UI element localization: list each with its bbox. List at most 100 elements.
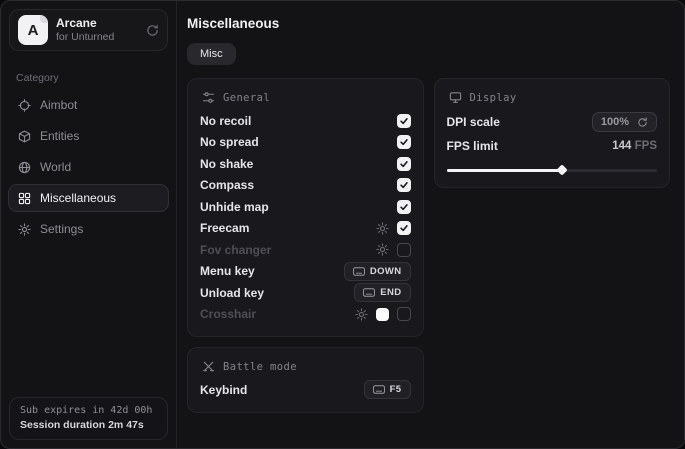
sidebar-spacer bbox=[1, 243, 176, 389]
keybind-value: F5 bbox=[390, 384, 402, 395]
checkbox-no-recoil[interactable] bbox=[397, 114, 411, 128]
app-name: Arcane bbox=[56, 16, 114, 31]
brand-text: Arcane for Unturned bbox=[56, 16, 114, 44]
setting-controls: END bbox=[354, 283, 410, 302]
setting-row-unhide-map: Unhide map bbox=[200, 196, 411, 218]
sidebar-item-label: Aimbot bbox=[40, 98, 77, 112]
sidebar-nav: Aimbot Entities World Miscellaneous Settings bbox=[1, 91, 176, 243]
slider-thumb[interactable] bbox=[557, 164, 568, 175]
sidebar-item-aimbot[interactable]: Aimbot bbox=[8, 91, 169, 119]
setting-controls bbox=[397, 114, 411, 128]
grid-icon bbox=[18, 192, 31, 205]
gear-icon[interactable] bbox=[376, 243, 389, 256]
sidebar: A Arcane for Unturned Category AimbotEnt… bbox=[1, 1, 177, 448]
sync-icon[interactable] bbox=[146, 24, 159, 37]
battle-mode-rows: Keybind F5 bbox=[200, 379, 411, 401]
dpi-scale-stepper[interactable]: 100% bbox=[592, 112, 657, 132]
sidebar-item-settings[interactable]: Settings bbox=[8, 215, 169, 243]
setting-label: Menu key bbox=[200, 264, 255, 278]
setting-controls bbox=[397, 135, 411, 149]
display-panel-title: Display bbox=[470, 92, 517, 104]
checkbox-compass[interactable] bbox=[397, 178, 411, 192]
keybind-button-unload-key[interactable]: END bbox=[354, 283, 410, 302]
setting-controls bbox=[397, 178, 411, 192]
general-panel: General No recoilNo spreadNo shakeCompas… bbox=[187, 78, 424, 337]
sidebar-item-miscellaneous[interactable]: Miscellaneous bbox=[8, 184, 169, 212]
setting-controls bbox=[376, 243, 411, 257]
setting-label: Keybind bbox=[200, 383, 247, 397]
keyboard-icon bbox=[353, 267, 365, 276]
setting-label: Crosshair bbox=[200, 307, 256, 321]
setting-row-unload-key: Unload key END bbox=[200, 282, 411, 304]
tab-misc[interactable]: Misc bbox=[187, 43, 236, 65]
right-column: Display DPI scale 100% bbox=[434, 78, 671, 188]
setting-label: Unhide map bbox=[200, 200, 269, 214]
setting-controls bbox=[355, 307, 411, 321]
app-window: A Arcane for Unturned Category AimbotEnt… bbox=[0, 0, 685, 449]
display-panel: Display DPI scale 100% bbox=[434, 78, 671, 188]
setting-controls bbox=[397, 157, 411, 171]
checkbox-crosshair[interactable] bbox=[397, 307, 411, 321]
entities-icon bbox=[18, 130, 31, 143]
checkbox-no-spread[interactable] bbox=[397, 135, 411, 149]
reset-icon bbox=[637, 117, 648, 128]
app-logo: A bbox=[18, 15, 48, 45]
fps-limit-value: 144 FPS bbox=[612, 140, 657, 152]
setting-label: No spread bbox=[200, 135, 259, 149]
sub-expiry-text: Sub expires in 42d 00h bbox=[20, 405, 157, 416]
keyboard-icon bbox=[363, 288, 375, 297]
checkbox-unhide-map[interactable] bbox=[397, 200, 411, 214]
setting-row-keybind: Keybind F5 bbox=[200, 379, 411, 401]
general-rows: No recoilNo spreadNo shakeCompassUnhide … bbox=[200, 110, 411, 325]
color-swatch[interactable] bbox=[376, 308, 389, 321]
sidebar-item-label: Entities bbox=[40, 129, 79, 143]
fps-limit-label: FPS limit bbox=[447, 139, 498, 153]
sidebar-item-world[interactable]: World bbox=[8, 153, 169, 181]
fps-limit-slider[interactable] bbox=[447, 164, 658, 176]
general-panel-title: General bbox=[223, 92, 270, 104]
dpi-scale-row: DPI scale 100% bbox=[447, 110, 658, 134]
sidebar-item-label: World bbox=[40, 160, 71, 174]
setting-label: Freecam bbox=[200, 221, 249, 235]
slider-fill bbox=[447, 169, 563, 173]
session-duration-text: Session duration 2m 47s bbox=[20, 419, 157, 431]
crosshair-icon bbox=[18, 99, 31, 112]
main-content: Miscellaneous Misc General bbox=[177, 1, 684, 448]
battle-mode-panel: Battle mode Keybind F5 bbox=[187, 347, 424, 413]
keybind-button-keybind[interactable]: F5 bbox=[364, 380, 411, 399]
gear-icon[interactable] bbox=[376, 222, 389, 235]
sliders-icon bbox=[202, 91, 215, 104]
setting-row-crosshair: Crosshair bbox=[200, 304, 411, 326]
setting-row-freecam: Freecam bbox=[200, 218, 411, 240]
setting-row-compass: Compass bbox=[200, 175, 411, 197]
keybind-value: DOWN bbox=[370, 266, 402, 277]
setting-controls: F5 bbox=[364, 380, 411, 399]
gear-icon[interactable] bbox=[355, 308, 368, 321]
left-column: General No recoilNo spreadNo shakeCompas… bbox=[187, 78, 424, 413]
sidebar-item-label: Settings bbox=[40, 222, 83, 236]
setting-controls: DOWN bbox=[344, 262, 411, 281]
brand-card: A Arcane for Unturned bbox=[9, 9, 168, 51]
fps-limit-row: FPS limit 144 FPS bbox=[447, 134, 658, 158]
setting-row-fov-changer: Fov changer bbox=[200, 239, 411, 261]
battle-mode-panel-title: Battle mode bbox=[223, 361, 297, 373]
keybind-value: END bbox=[380, 287, 401, 298]
dpi-scale-label: DPI scale bbox=[447, 115, 500, 129]
content-columns: General No recoilNo spreadNo shakeCompas… bbox=[187, 78, 670, 413]
display-panel-header: Display bbox=[447, 91, 658, 104]
sidebar-item-label: Miscellaneous bbox=[40, 191, 116, 205]
setting-row-no-shake: No shake bbox=[200, 153, 411, 175]
checkbox-freecam[interactable] bbox=[397, 221, 411, 235]
keybind-button-menu-key[interactable]: DOWN bbox=[344, 262, 411, 281]
checkbox-fov-changer[interactable] bbox=[397, 243, 411, 257]
tab-bar: Misc bbox=[187, 43, 670, 65]
fps-unit: FPS bbox=[635, 140, 657, 152]
sidebar-item-entities[interactable]: Entities bbox=[8, 122, 169, 150]
setting-label: Unload key bbox=[200, 286, 264, 300]
general-panel-header: General bbox=[200, 91, 411, 104]
setting-row-menu-key: Menu key DOWN bbox=[200, 261, 411, 283]
gear-icon bbox=[18, 223, 31, 236]
globe-icon bbox=[18, 161, 31, 174]
checkbox-no-shake[interactable] bbox=[397, 157, 411, 171]
keyboard-icon bbox=[373, 385, 385, 394]
